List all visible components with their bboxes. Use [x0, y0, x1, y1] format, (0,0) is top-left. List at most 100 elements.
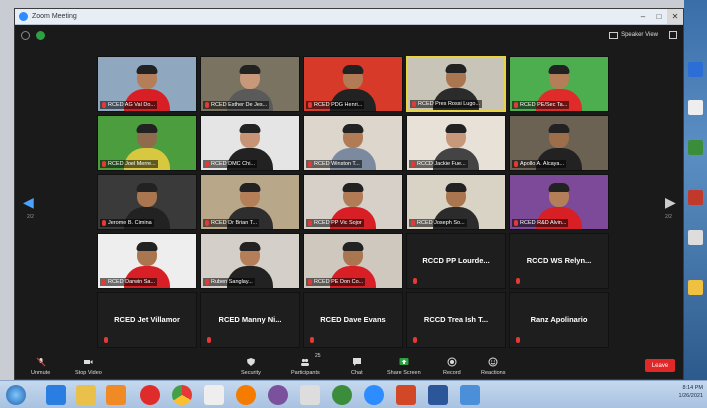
muted-mic-icon	[516, 278, 520, 284]
participant-video-tile[interactable]: RCED PDG Henri...	[303, 56, 403, 112]
participant-video-tile[interactable]: RCED PE/Sec Ta...	[509, 56, 609, 112]
participant-name: RCED Dave Evans	[320, 315, 386, 324]
participant-video-tile[interactable]: RCED Pres Rossi Lugo...	[406, 56, 506, 112]
participant-video-tile[interactable]: RCED Joseph So...	[406, 174, 506, 230]
zoom-window: Zoom Meeting – □ ✕ Speaker View ◀ 2/2 ▶ …	[14, 8, 684, 380]
participant-video-tile[interactable]: RCED Joel Merre...	[97, 115, 197, 171]
close-button[interactable]: ✕	[667, 9, 683, 24]
participant-hair	[548, 124, 570, 133]
participant-hair	[342, 65, 364, 74]
reactions-button[interactable]: Reactions	[481, 357, 505, 376]
file-explorer-icon[interactable]	[76, 385, 96, 405]
participant-hair	[342, 242, 364, 251]
participant-name-tile[interactable]: RCED Jet Villamor	[97, 292, 197, 348]
desktop-icon[interactable]	[688, 100, 703, 115]
chat-icon	[352, 358, 361, 366]
leave-button[interactable]: Leave	[645, 359, 675, 372]
participant-name-tile[interactable]: RCCD WS Relyn...	[509, 233, 609, 289]
stop-video-button[interactable]: Stop Video	[75, 357, 102, 376]
participant-video-tile[interactable]: RCED Dr Brian T...	[200, 174, 300, 230]
opera-icon[interactable]	[140, 385, 160, 405]
participant-name-tag: RCED Joseph So...	[409, 219, 467, 227]
participant-hair	[445, 64, 467, 73]
reactions-label: Reactions	[481, 370, 506, 376]
participant-name-tile[interactable]: RCCD Trea Ish T...	[406, 292, 506, 348]
participant-name-tile[interactable]: Ranz Apolinario	[509, 292, 609, 348]
unmute-label: Unmute	[31, 370, 51, 376]
chat-button[interactable]: Chat	[351, 357, 363, 376]
zoom-taskbar-icon[interactable]	[364, 385, 384, 405]
participant-hair	[239, 242, 261, 251]
participant-name: RCED Jet Villamor	[114, 315, 180, 324]
share-screen-button[interactable]: Share Screen	[387, 357, 421, 376]
start-button[interactable]	[6, 385, 26, 405]
network-icon[interactable]	[332, 385, 352, 405]
chat-label: Chat	[351, 370, 363, 376]
meeting-topbar: Speaker View	[15, 25, 683, 45]
unmute-button[interactable]: Unmute	[31, 357, 50, 376]
meeting-info-icon[interactable]	[21, 30, 30, 40]
desktop-icon[interactable]	[688, 190, 703, 205]
powerpoint-icon[interactable]	[396, 385, 416, 405]
speaker-view-button[interactable]: Speaker View	[609, 31, 677, 39]
participant-video-tile[interactable]: RCED AG Val Do...	[97, 56, 197, 112]
participant-video-tile[interactable]: Jerome B. Cimina	[97, 174, 197, 230]
muted-mic-icon	[514, 102, 518, 108]
participant-video-tile[interactable]: RCED Esther De Jes...	[200, 56, 300, 112]
desktop-icon[interactable]	[688, 140, 703, 155]
participant-video-tile[interactable]: RCED DMC Chi...	[200, 115, 300, 171]
participant-video-tile[interactable]: RCED PP Vic Sojor	[303, 174, 403, 230]
next-page-arrow-icon[interactable]: ▶	[665, 194, 676, 211]
encryption-shield-icon[interactable]	[36, 30, 45, 40]
participant-video-tile[interactable]: RCED PE Don Co...	[303, 233, 403, 289]
firefox-icon[interactable]	[236, 385, 256, 405]
shield-icon	[246, 358, 255, 366]
previous-page-arrow-icon[interactable]: ◀	[23, 194, 34, 211]
page-indicator-right: 2/2	[665, 214, 672, 220]
internet-explorer-icon[interactable]	[46, 385, 66, 405]
media-player-icon[interactable]	[106, 385, 126, 405]
share-screen-label: Share Screen	[387, 370, 421, 376]
muted-mic-icon	[412, 101, 416, 107]
participant-name-tile[interactable]: RCCD PP Lourde...	[406, 233, 506, 289]
participant-name-tag: RCED AG Val Do...	[100, 101, 157, 109]
participant-video-tile[interactable]: RCED Darwin Sa...	[97, 233, 197, 289]
document-icon[interactable]	[204, 385, 224, 405]
desktop-icon[interactable]	[688, 280, 703, 295]
participant-name-tag: RCED DMC Chi...	[203, 160, 258, 168]
muted-mic-icon	[310, 337, 314, 343]
desktop-icon[interactable]	[688, 62, 703, 77]
security-button[interactable]: Security	[241, 357, 261, 376]
muted-mic-icon	[102, 102, 106, 108]
participant-name: RCED DMC Chi...	[211, 161, 256, 167]
record-label: Record	[443, 370, 461, 376]
word-icon[interactable]	[428, 385, 448, 405]
participant-video-tile[interactable]: Ruben Sanglay...	[200, 233, 300, 289]
participant-name-tag: Ruben Sanglay...	[203, 278, 255, 286]
muted-mic-icon	[102, 161, 106, 167]
fullscreen-icon[interactable]	[669, 31, 677, 39]
participant-video-tile[interactable]: RCED Winston T...	[303, 115, 403, 171]
participant-name: RCED Manny Ni...	[218, 315, 282, 324]
participant-name-tag: RCED PE/Sec Ta...	[512, 101, 570, 109]
desktop-icon[interactable]	[688, 230, 703, 245]
window-title: Zoom Meeting	[32, 13, 77, 20]
viber-icon[interactable]	[268, 385, 288, 405]
system-tray[interactable]: 8:14 PM 1/26/2021	[679, 384, 703, 400]
participant-name-tile[interactable]: RCED Manny Ni...	[200, 292, 300, 348]
photos-icon[interactable]	[460, 385, 480, 405]
chrome-icon[interactable]	[172, 385, 192, 405]
participant-name: RCED Joel Merre...	[108, 161, 156, 167]
participant-name-tag: RCED PP Vic Sojor	[306, 219, 364, 227]
record-button[interactable]: Record	[443, 357, 461, 376]
chat-app-icon[interactable]	[300, 385, 320, 405]
participant-video-tile[interactable]: RCCD Jackie Fue...	[406, 115, 506, 171]
muted-mic-icon	[205, 161, 209, 167]
participant-video-tile[interactable]: Apollo A. Alcaya...	[509, 115, 609, 171]
participant-video-tile[interactable]: RCED R&D Alvin...	[509, 174, 609, 230]
participant-name-tile[interactable]: RCED Dave Evans	[303, 292, 403, 348]
maximize-button[interactable]: □	[651, 9, 667, 24]
minimize-button[interactable]: –	[635, 9, 651, 24]
participants-button[interactable]: Participants	[291, 357, 320, 376]
title-bar[interactable]: Zoom Meeting – □ ✕	[15, 9, 683, 25]
